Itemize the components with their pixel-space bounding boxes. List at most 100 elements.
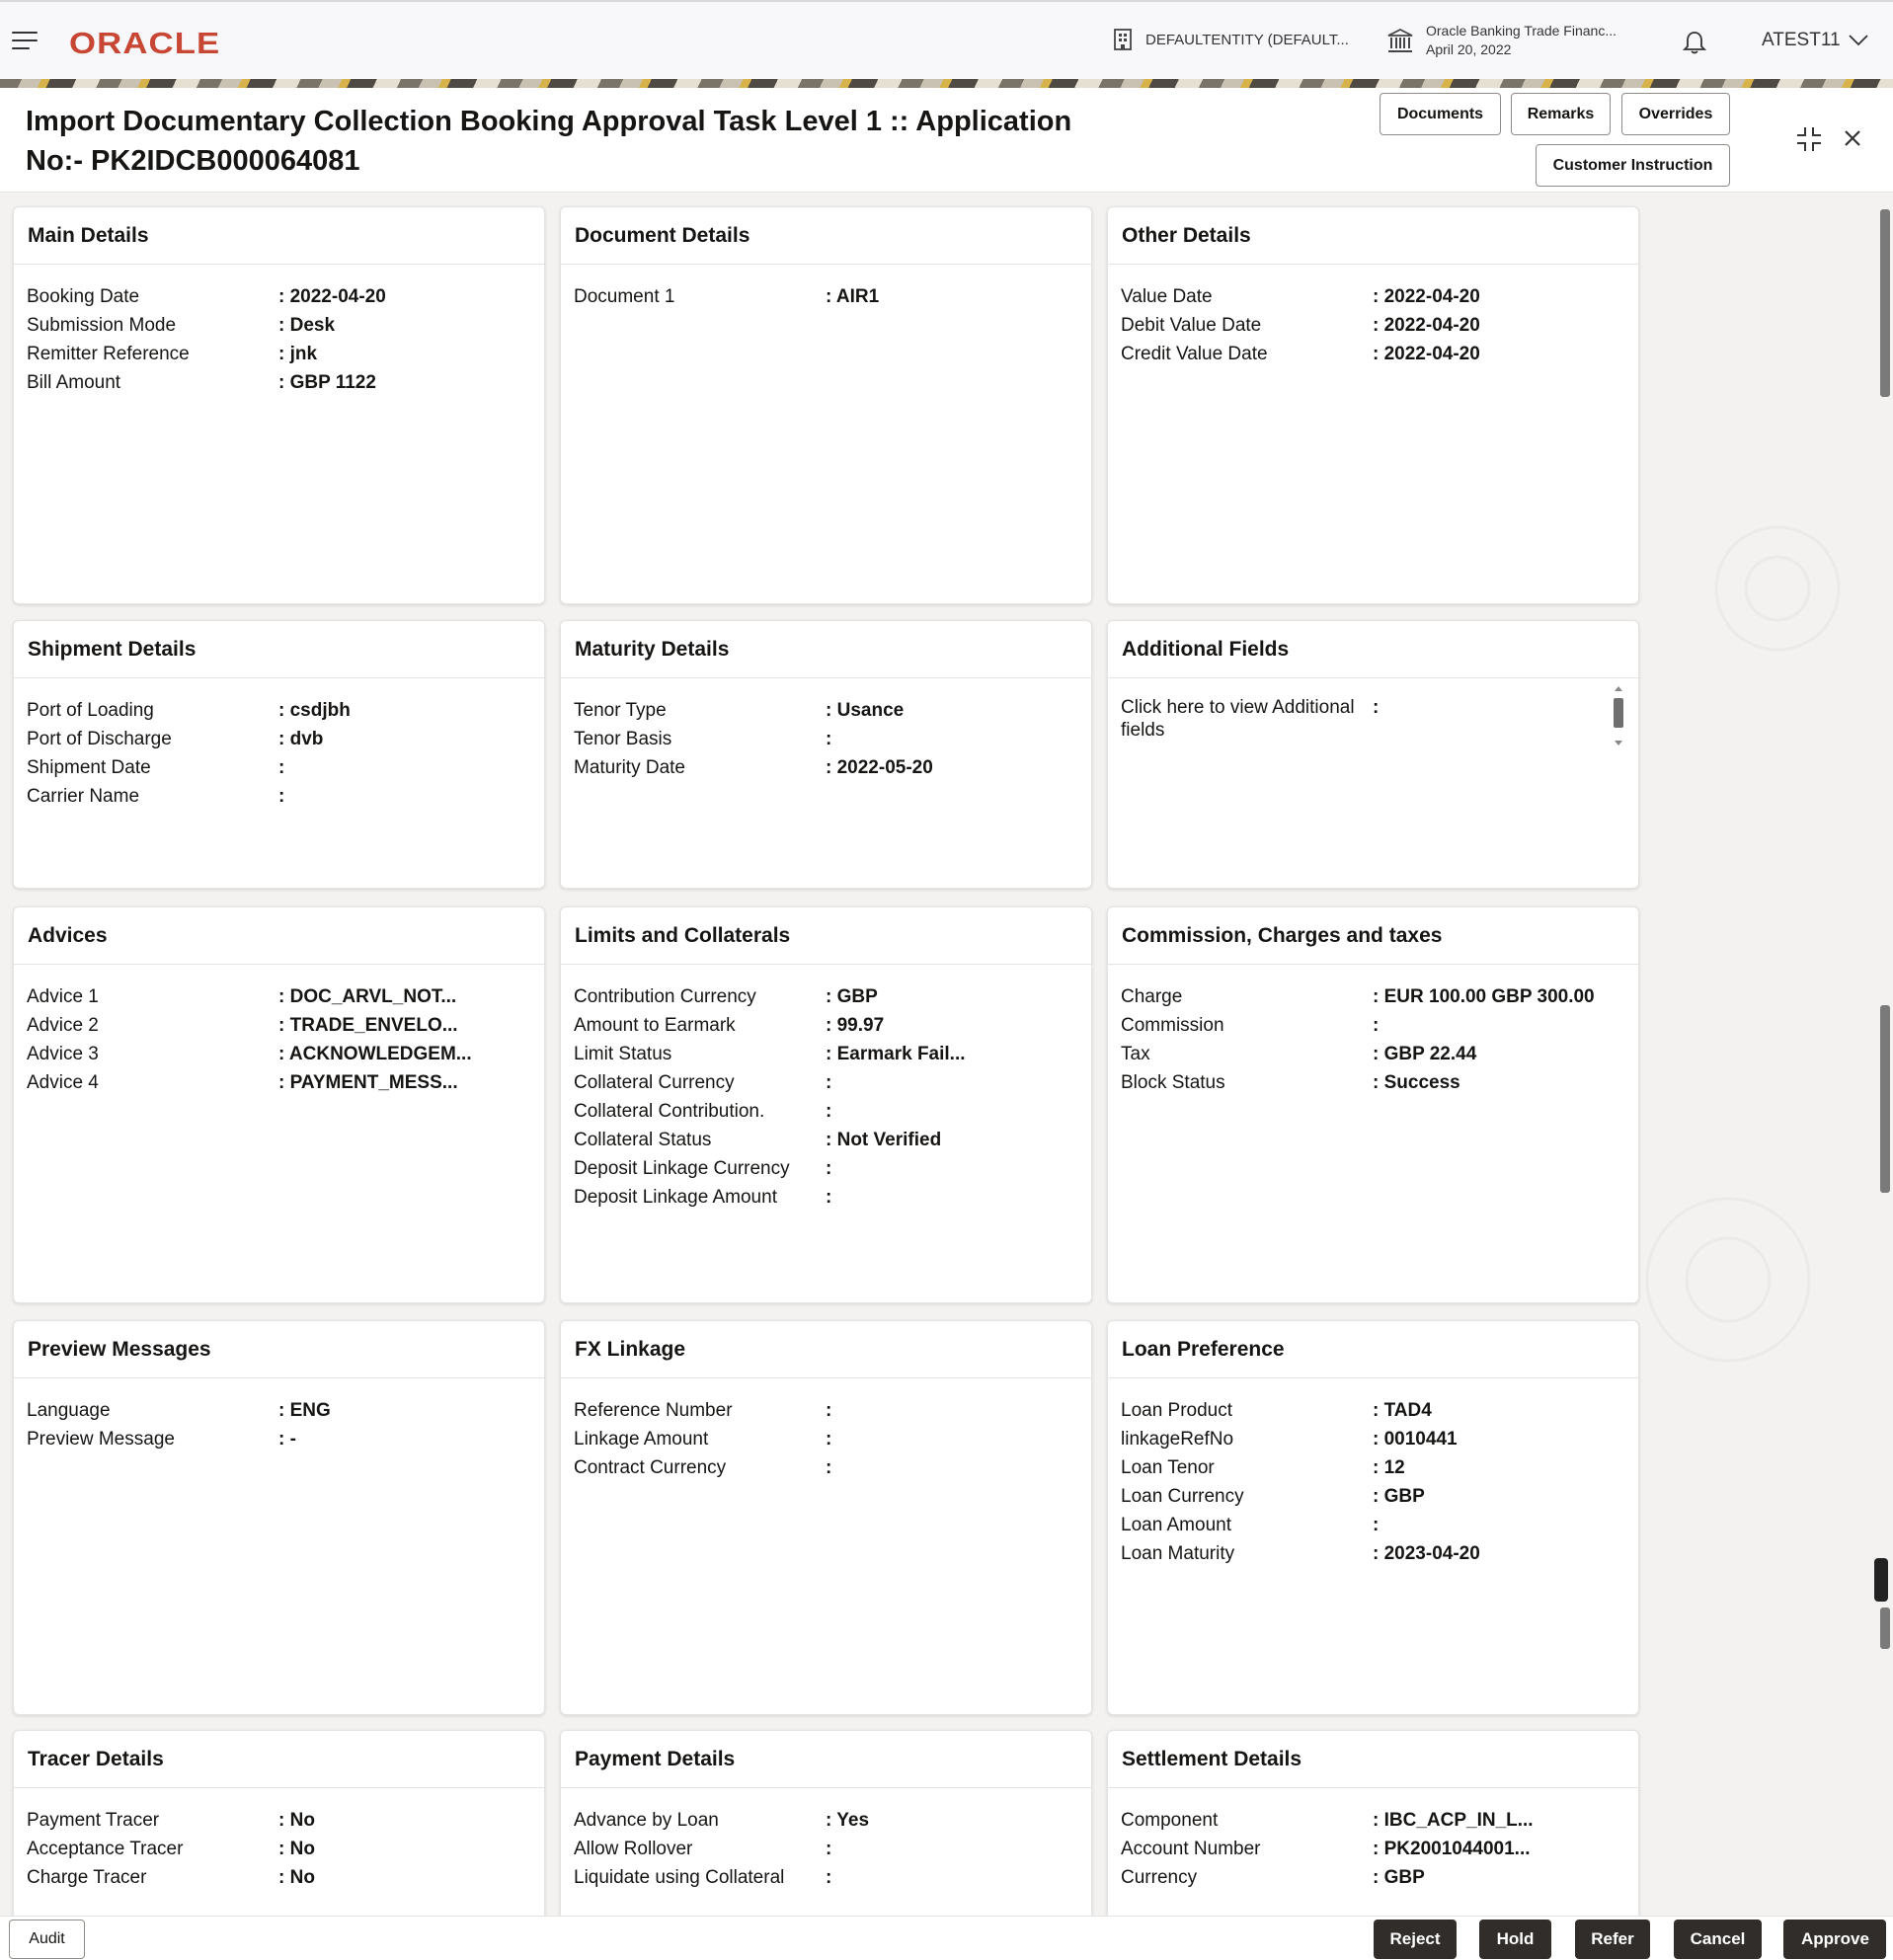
field-value: EUR 100.00 GBP 300.00	[1373, 982, 1595, 1011]
card-title: Settlement Details	[1108, 1731, 1638, 1788]
minimize-icon[interactable]	[1795, 125, 1823, 153]
refer-button[interactable]: Refer	[1575, 1920, 1650, 1959]
field-value: ACKNOWLEDGEM...	[278, 1040, 472, 1068]
detail-row: Allow Rollover	[574, 1835, 1091, 1863]
overrides-button[interactable]: Overrides	[1621, 93, 1730, 135]
field-label: Contribution Currency	[574, 982, 826, 1011]
card-document-details: Document Details Document 1AIR1	[560, 206, 1092, 604]
field-label: Language	[27, 1396, 278, 1425]
additional-fields-link[interactable]: Click here to view Additional fields	[1121, 696, 1373, 742]
additional-fields-row: Click here to view Additional fields	[1121, 696, 1638, 742]
details-rows: Document 1AIR1	[561, 265, 1091, 311]
detail-row: Debit Value Date2022-04-20	[1121, 311, 1638, 340]
top-bar: ORACLE DEFAULTENTITY (DEFAULT... Oracle …	[0, 0, 1893, 79]
details-rows: Tenor TypeUsanceTenor BasisMaturity Date…	[561, 678, 1091, 782]
card-settlement-details: Settlement Details ComponentIBC_ACP_IN_L…	[1107, 1730, 1639, 1927]
field-label: Amount to Earmark	[574, 1011, 826, 1040]
field-value: PAYMENT_MESS...	[278, 1068, 458, 1097]
details-rows: Advice 1DOC_ARVL_NOT...Advice 2TRADE_ENV…	[14, 965, 544, 1097]
approve-button[interactable]: Approve	[1783, 1920, 1886, 1959]
field-label: Acceptance Tracer	[27, 1835, 278, 1863]
remarks-button[interactable]: Remarks	[1511, 93, 1611, 135]
close-icon[interactable]	[1844, 129, 1861, 147]
field-value: 2022-04-20	[1373, 311, 1480, 340]
page-title: Import Documentary Collection Booking Ap…	[26, 102, 1132, 181]
detail-row: Contract Currency	[574, 1453, 1091, 1482]
entity-selector[interactable]: DEFAULTENTITY (DEFAULT...	[1112, 28, 1349, 51]
card-title: Main Details	[14, 207, 544, 265]
field-label: Port of Loading	[27, 696, 278, 725]
card-scrollbar[interactable]	[1613, 684, 1624, 745]
audit-button[interactable]: Audit	[9, 1920, 85, 1959]
page-scrollbar[interactable]	[1880, 197, 1892, 1911]
field-label: Maturity Date	[574, 753, 826, 782]
field-value: GBP	[826, 982, 878, 1011]
detail-row: Port of Dischargedvb	[27, 725, 544, 753]
card-shipment-details: Shipment Details Port of LoadingcsdjbhPo…	[13, 620, 545, 889]
field-label: Collateral Currency	[574, 1068, 826, 1097]
detail-row: Value Date2022-04-20	[1121, 282, 1638, 311]
additional-fields-value	[1373, 696, 1379, 742]
user-menu[interactable]: ATEST11	[1762, 30, 1868, 51]
field-label: Preview Message	[27, 1425, 278, 1453]
field-value: No	[278, 1835, 315, 1863]
page-header: Import Documentary Collection Booking Ap…	[0, 88, 1893, 193]
field-value	[826, 1863, 831, 1892]
detail-row: Deposit Linkage Amount	[574, 1183, 1091, 1212]
field-label: Debit Value Date	[1121, 311, 1373, 340]
scrollbar-thumb[interactable]	[1880, 1607, 1890, 1649]
field-label: Document 1	[574, 282, 826, 311]
field-label: Linkage Amount	[574, 1425, 826, 1453]
detail-row: Liquidate using Collateral	[574, 1863, 1091, 1892]
field-label: Advice 3	[27, 1040, 278, 1068]
field-value: -	[278, 1425, 296, 1453]
field-label: Booking Date	[27, 282, 278, 311]
field-label: Bill Amount	[27, 368, 278, 397]
field-label: Carrier Name	[27, 782, 278, 811]
field-value: 2022-04-20	[1373, 282, 1480, 311]
detail-row: Advice 3ACKNOWLEDGEM...	[27, 1040, 544, 1068]
documents-button[interactable]: Documents	[1380, 93, 1501, 135]
detail-row: TaxGBP 22.44	[1121, 1040, 1638, 1068]
bank-date: April 20, 2022	[1426, 40, 1617, 59]
field-value: AIR1	[826, 282, 879, 311]
hamburger-menu-icon[interactable]	[12, 32, 38, 51]
card-payment-details: Payment Details Advance by LoanYesAllow …	[560, 1730, 1092, 1927]
field-value: IBC_ACP_IN_L...	[1373, 1806, 1534, 1835]
detail-row: Bill AmountGBP 1122	[27, 368, 544, 397]
field-label: Advance by Loan	[574, 1806, 826, 1835]
details-rows: Loan ProductTAD4linkageRefNo0010441Loan …	[1108, 1378, 1638, 1568]
field-label: Component	[1121, 1806, 1373, 1835]
field-value	[278, 782, 284, 811]
notification-bell-icon[interactable]	[1683, 30, 1706, 55]
field-value	[278, 753, 284, 782]
detail-row: CurrencyGBP	[1121, 1863, 1638, 1892]
cancel-button[interactable]: Cancel	[1674, 1920, 1762, 1959]
oracle-logo: ORACLE	[69, 26, 220, 61]
detail-row: Block StatusSuccess	[1121, 1068, 1638, 1097]
detail-row: Deposit Linkage Currency	[574, 1154, 1091, 1183]
detail-row: Charge TracerNo	[27, 1863, 544, 1892]
customer-instruction-button[interactable]: Customer Instruction	[1536, 144, 1730, 187]
card-title: Other Details	[1108, 207, 1638, 265]
detail-row: Loan ProductTAD4	[1121, 1396, 1638, 1425]
bank-selector[interactable]: Oracle Banking Trade Financ... April 20,…	[1386, 22, 1617, 59]
field-label: Loan Amount	[1121, 1511, 1373, 1539]
field-value	[826, 1154, 831, 1183]
detail-row: Maturity Date2022-05-20	[574, 753, 1091, 782]
content-area: Main Details Booking Date 2022-04-20 Submi…	[0, 194, 1893, 1916]
scrollbar-thumb[interactable]	[1880, 209, 1890, 397]
scrollbar-thumb[interactable]	[1880, 1005, 1890, 1193]
field-label: Submission Mode	[27, 311, 278, 340]
detail-row: Carrier Name	[27, 782, 544, 811]
hold-button[interactable]: Hold	[1479, 1920, 1551, 1959]
card-preview-messages: Preview Messages LanguageENGPreview Mess…	[13, 1320, 545, 1715]
field-value: dvb	[278, 725, 323, 753]
detail-row: Limit StatusEarmark Fail...	[574, 1040, 1091, 1068]
scrollbar-thumb[interactable]	[1874, 1558, 1888, 1602]
decorative-banner	[0, 79, 1893, 88]
detail-row: Payment TracerNo	[27, 1806, 544, 1835]
field-value	[826, 725, 831, 753]
field-label: linkageRefNo	[1121, 1425, 1373, 1453]
reject-button[interactable]: Reject	[1374, 1920, 1457, 1959]
